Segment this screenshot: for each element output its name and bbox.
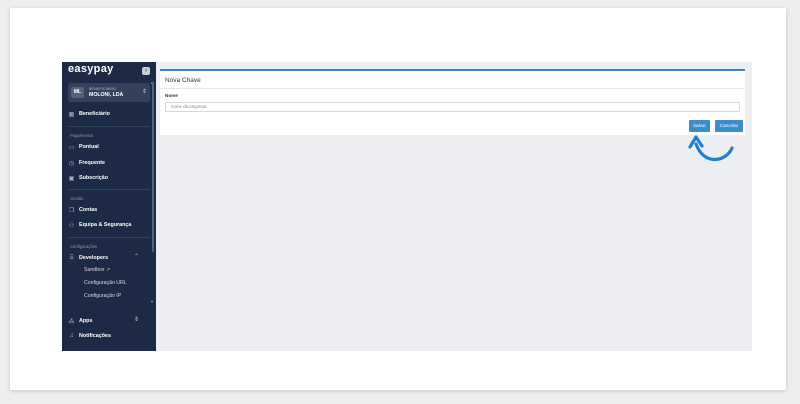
grid-icon: ▦ bbox=[68, 111, 75, 118]
account-role: BENEFICIÁRIO bbox=[89, 87, 117, 91]
sidebar-item-pontual[interactable]: ▭ Pontual bbox=[68, 142, 99, 152]
curved-arrow-icon bbox=[688, 135, 734, 162]
sidebar-item-label: Beneficiário bbox=[79, 111, 110, 117]
section-title-gestao: Gestão bbox=[70, 196, 84, 201]
sidebar: easypay ‹ ML BENEFICIÁRIO MOLONI, LDA ⇕ … bbox=[62, 62, 156, 351]
screenshot-frame: easypay ‹ ML BENEFICIÁRIO MOLONI, LDA ⇕ … bbox=[10, 8, 786, 390]
name-input[interactable]: nome da empresa bbox=[165, 102, 740, 112]
card-icon: ▭ bbox=[68, 144, 75, 151]
section-title-configuracoes: Configurações bbox=[70, 244, 98, 249]
scrollbar[interactable] bbox=[152, 82, 154, 252]
chevron-up-icon[interactable]: ⌃ bbox=[134, 253, 139, 260]
sidebar-item-label: Developers bbox=[79, 255, 109, 261]
sidebar-subitem-sandbox[interactable]: Sandbox ↗ bbox=[84, 267, 110, 273]
code-icon: ⌸ bbox=[69, 254, 74, 261]
sidebar-item-label: Pontual bbox=[79, 144, 99, 150]
sidebar-item-apps[interactable]: ⁂ Apps bbox=[68, 316, 93, 326]
divider bbox=[68, 189, 150, 190]
sidebar-item-subscricao[interactable]: ▣ Subscrição bbox=[68, 173, 108, 183]
sidebar-item-label: Frequente bbox=[79, 160, 106, 166]
apps-icon: ⁂ bbox=[68, 318, 75, 325]
calendar-icon: ▣ bbox=[68, 175, 75, 182]
account-switcher[interactable]: ML BENEFICIÁRIO MOLONI, LDA ⇕ bbox=[68, 83, 150, 102]
sidebar-item-label: Subscrição bbox=[79, 175, 109, 181]
sidebar-item-equipa-seguranca[interactable]: ⚇ Equipa & Segurança bbox=[68, 220, 132, 230]
save-button[interactable]: Salvar bbox=[689, 120, 710, 132]
sidebar-subitem-configuracao-url[interactable]: Configuração URL bbox=[84, 280, 127, 286]
divider bbox=[68, 237, 150, 238]
sidebar-item-label: Apps bbox=[79, 318, 93, 324]
page-title: Nova Chave bbox=[165, 77, 201, 84]
cancel-button[interactable]: Cancelar bbox=[715, 120, 743, 132]
users-icon: ⚇ bbox=[68, 222, 75, 229]
clock-icon: ◷ bbox=[68, 160, 75, 167]
scroll-down-arrow[interactable]: ▼ bbox=[150, 299, 154, 304]
sidebar-item-developers[interactable]: ⌸ Developers bbox=[68, 253, 108, 263]
account-name: MOLONI, LDA bbox=[89, 92, 124, 98]
sidebar-item-frequente[interactable]: ◷ Frequente bbox=[68, 158, 105, 168]
app-window: easypay ‹ ML BENEFICIÁRIO MOLONI, LDA ⇕ … bbox=[62, 62, 752, 351]
divider bbox=[68, 126, 150, 127]
sidebar-item-beneficiario[interactable]: ▦ Beneficiário bbox=[68, 109, 110, 119]
sidebar-item-contas[interactable]: ❐ Contas bbox=[68, 205, 97, 215]
bell-icon: ♫ bbox=[69, 333, 74, 339]
sidebar-item-label: Contas bbox=[79, 207, 98, 213]
sidebar-item-label: Notificações bbox=[79, 333, 112, 339]
sidebar-item-notificacoes[interactable]: ♫ Notificações bbox=[68, 331, 111, 341]
section-title-pagamentos: Pagamentos bbox=[70, 133, 94, 138]
new-key-form: Nova Chave Nome nome da empresa Salvar C… bbox=[160, 69, 745, 135]
avatar: ML bbox=[71, 87, 84, 98]
sidebar-item-label: Equipa & Segurança bbox=[79, 222, 132, 228]
copy-icon: ❐ bbox=[68, 207, 75, 214]
collapse-icon[interactable]: ‹ bbox=[142, 67, 150, 75]
logo: easypay bbox=[68, 63, 114, 75]
name-label: Nome bbox=[165, 93, 178, 98]
sidebar-subitem-configuracao-ip[interactable]: Configuração IP bbox=[84, 293, 121, 299]
chevron-up-down-icon: ⇕ bbox=[142, 89, 148, 95]
divider bbox=[160, 88, 745, 89]
chevron-up-down-icon[interactable]: ⇕ bbox=[134, 316, 139, 323]
